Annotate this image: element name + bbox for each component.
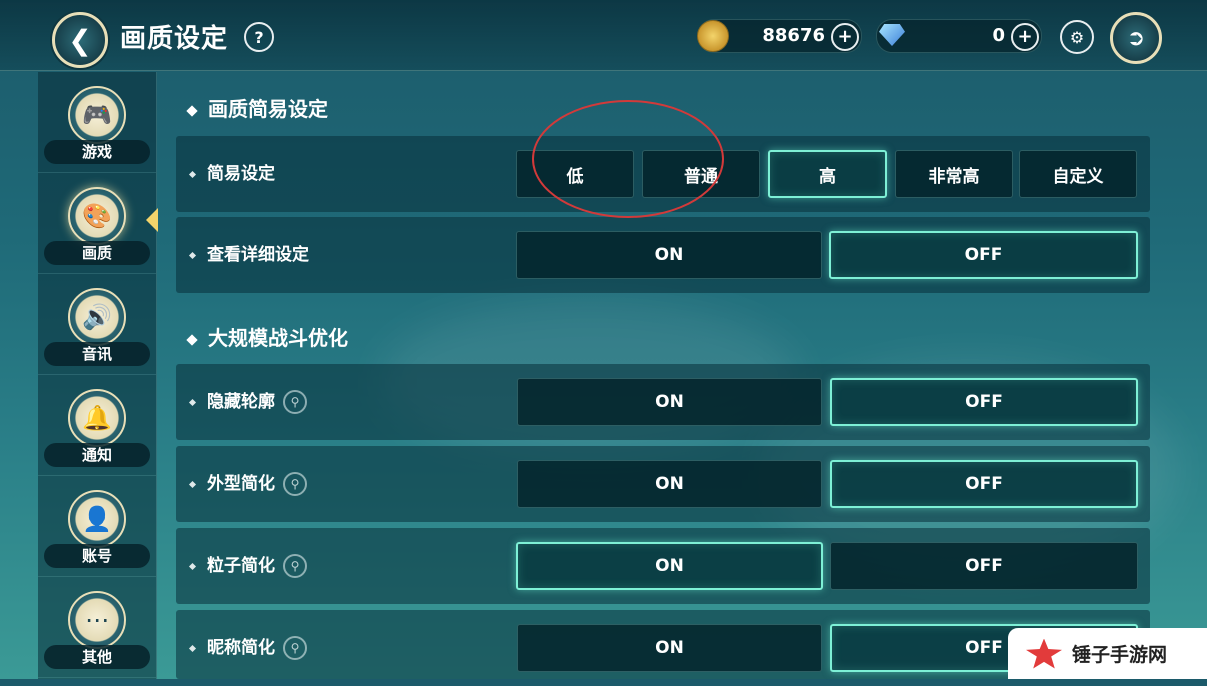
sidebar-item-account[interactable]: 👤 账号: [38, 476, 156, 577]
off-button[interactable]: OFF: [830, 378, 1138, 426]
active-indicator: [146, 208, 158, 232]
magnifier-icon[interactable]: ⚲: [283, 554, 307, 578]
help-button[interactable]: ?: [244, 22, 274, 52]
option-very-high-button[interactable]: 非常高: [895, 150, 1013, 198]
setting-label-text: 外型简化: [207, 474, 275, 494]
magnifier-icon[interactable]: ⚲: [283, 390, 307, 414]
coin-icon: [697, 20, 729, 52]
setting-label: 昵称简化 ⚲: [188, 610, 307, 686]
section-title: 画质简易设定: [186, 93, 328, 122]
sidebar-item-audio[interactable]: 🔊 音讯: [38, 274, 156, 375]
setting-label: 隐藏轮廓 ⚲: [188, 364, 307, 440]
setting-label: 简易设定: [188, 136, 275, 212]
star-logo-icon: [1026, 638, 1062, 669]
diamond-bullet-icon: [186, 333, 198, 346]
gear-icon: ⚙: [1069, 27, 1085, 47]
setting-label: 查看详细设定: [188, 217, 309, 293]
chevron-left-icon: ❮: [68, 23, 92, 57]
bell-icon: 🔔: [68, 389, 126, 447]
on-button[interactable]: ON: [516, 542, 823, 590]
setting-label: 外型简化 ⚲: [188, 446, 307, 522]
on-button[interactable]: ON: [517, 378, 822, 426]
sidebar-item-game[interactable]: 🎮 游戏: [38, 72, 156, 173]
exit-button[interactable]: ➲: [1110, 12, 1162, 64]
sidebar-item-notification[interactable]: 🔔 通知: [38, 375, 156, 476]
setting-label-text: 粒子简化: [207, 556, 275, 576]
sidebar-item-label: 账号: [44, 544, 150, 568]
page-title: 画质设定: [120, 24, 229, 54]
on-button[interactable]: ON: [517, 460, 822, 508]
sidebar-item-label: 通知: [44, 443, 150, 467]
gamepad-icon: 🎮: [68, 86, 126, 144]
user-icon: 👤: [68, 490, 126, 548]
settings-button[interactable]: ⚙: [1060, 20, 1094, 54]
diamond-amount: 0: [992, 25, 1005, 46]
sidebar-item-label: 音讯: [44, 342, 150, 366]
top-bar: ❮ 画质设定 ? 88676 + 0 + ⚙ ➲: [0, 0, 1207, 71]
setting-row-outline: 隐藏轮廓 ⚲ ON OFF: [176, 364, 1150, 440]
option-high-button[interactable]: 高: [768, 150, 887, 198]
section-title: 大规模战斗优化: [186, 322, 348, 351]
off-button[interactable]: OFF: [830, 460, 1138, 508]
watermark-text: 锤子手游网: [1072, 644, 1168, 666]
magnifier-icon[interactable]: ⚲: [283, 636, 307, 660]
bullet-icon: [188, 251, 197, 259]
sidebar-item-label: 其他: [44, 645, 150, 669]
bullet-icon: [188, 644, 197, 652]
sidebar: 🎮 游戏 🎨 画质 🔊 音讯 🔔 通知 👤 账号 ⋯ 其他: [38, 72, 157, 679]
setting-row-detail: 查看详细设定 ON OFF: [176, 217, 1150, 293]
setting-label-text: 隐藏轮廓: [207, 392, 275, 412]
setting-label-text: 简易设定: [207, 164, 275, 184]
off-button[interactable]: OFF: [829, 231, 1138, 279]
section-title-text: 画质简易设定: [208, 97, 328, 121]
magnifier-icon[interactable]: ⚲: [283, 472, 307, 496]
gold-amount: 88676: [762, 25, 825, 46]
setting-row-nickname: 昵称简化 ⚲ ON OFF: [176, 610, 1150, 679]
bullet-icon: [188, 398, 197, 406]
sidebar-item-quality[interactable]: 🎨 画质: [38, 173, 156, 274]
add-diamond-button[interactable]: +: [1011, 23, 1039, 51]
section-title-text: 大规模战斗优化: [208, 326, 348, 350]
setting-label-text: 查看详细设定: [207, 245, 309, 265]
sidebar-item-label: 画质: [44, 241, 150, 265]
setting-row-particle: 粒子简化 ⚲ ON OFF: [176, 528, 1150, 604]
on-button[interactable]: ON: [516, 231, 822, 279]
annotation-circle: [532, 100, 724, 218]
add-gold-button[interactable]: +: [831, 23, 859, 51]
setting-row-appearance: 外型简化 ⚲ ON OFF: [176, 446, 1150, 522]
watermark: 锤子手游网: [1008, 628, 1207, 679]
sidebar-item-label: 游戏: [44, 140, 150, 164]
off-button[interactable]: OFF: [830, 542, 1138, 590]
bullet-icon: [188, 170, 197, 178]
speaker-icon: 🔊: [68, 288, 126, 346]
diamond-currency: 0 +: [876, 19, 1042, 53]
on-button[interactable]: ON: [517, 624, 822, 672]
bullet-icon: [188, 562, 197, 570]
exit-icon: ➲: [1126, 25, 1146, 51]
more-icon: ⋯: [68, 591, 126, 649]
bullet-icon: [188, 480, 197, 488]
diamond-icon: [879, 24, 905, 46]
sidebar-item-other[interactable]: ⋯ 其他: [38, 577, 156, 678]
setting-label: 粒子简化 ⚲: [188, 528, 307, 604]
palette-icon: 🎨: [68, 187, 126, 245]
back-button[interactable]: ❮: [52, 12, 108, 68]
option-custom-button[interactable]: 自定义: [1019, 150, 1137, 198]
gold-currency: 88676 +: [697, 19, 862, 53]
setting-label-text: 昵称简化: [207, 638, 275, 658]
diamond-bullet-icon: [186, 104, 198, 117]
